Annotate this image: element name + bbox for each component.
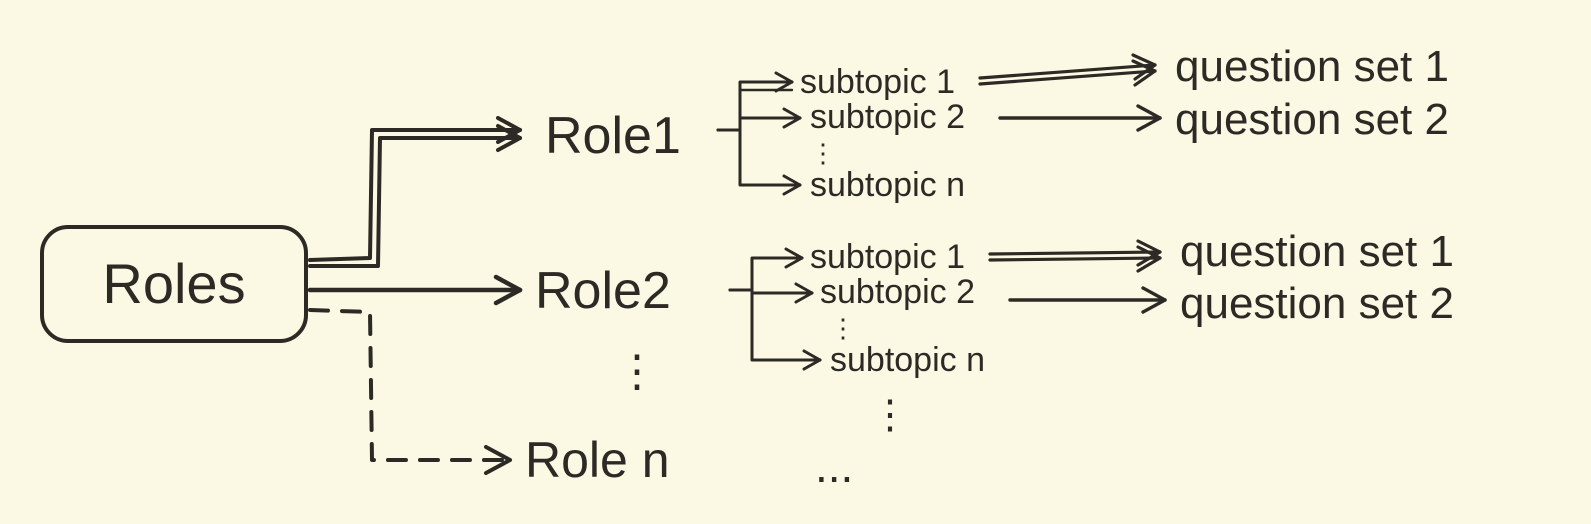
subtopic-row-ellipsis: ... xyxy=(815,443,853,489)
subtopic-col-ellipsis: ⋮ xyxy=(870,395,910,435)
role-n-label: Role n xyxy=(525,435,670,485)
root-node: Roles xyxy=(40,225,308,343)
subtopic-1-ellipsis: ⋮ xyxy=(810,140,836,166)
subtopic-2-ellipsis: ⋮ xyxy=(830,315,856,341)
subtopic-1-2-label: subtopic 2 xyxy=(810,100,965,134)
question-set-1-1-label: question set 1 xyxy=(1175,45,1449,89)
role-2-label: Role2 xyxy=(535,265,671,317)
subtopic-2-1-label: subtopic 1 xyxy=(810,240,965,274)
subtopic-1-1-label: subtopic 1 xyxy=(800,65,955,99)
subtopic-2-n-label: subtopic n xyxy=(830,343,985,377)
question-set-2-2-label: question set 2 xyxy=(1180,282,1454,326)
root-label: Roles xyxy=(102,256,245,312)
subtopic-2-2-label: subtopic 2 xyxy=(820,275,975,309)
role-1-label: Role1 xyxy=(545,110,681,162)
roles-ellipsis: ⋮ xyxy=(615,350,661,394)
question-set-2-1-label: question set 1 xyxy=(1180,230,1454,274)
question-set-1-2-label: question set 2 xyxy=(1175,98,1449,142)
subtopic-1-n-label: subtopic n xyxy=(810,168,965,202)
